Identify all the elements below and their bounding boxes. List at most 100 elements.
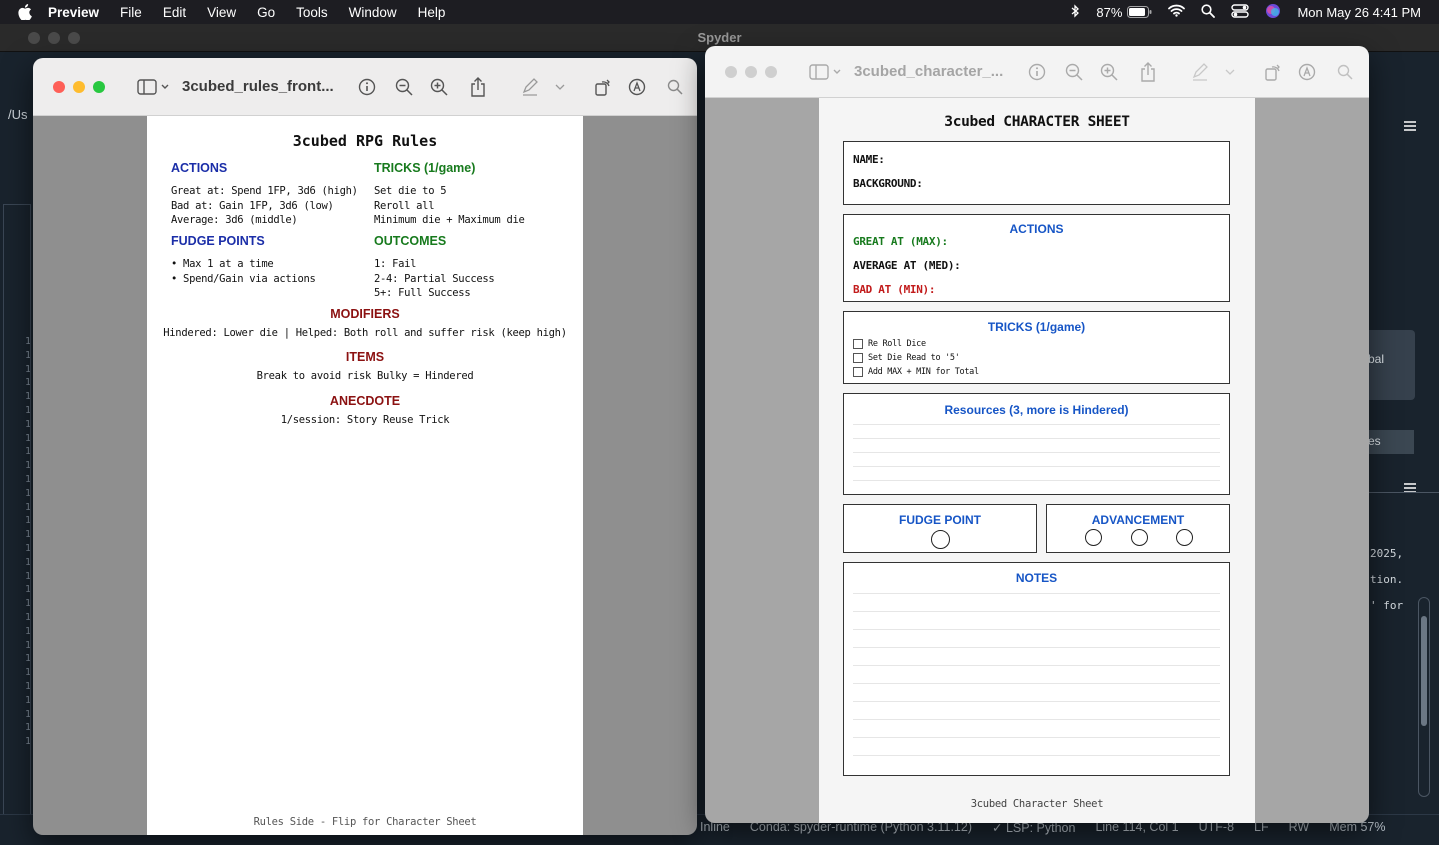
info-icon[interactable] <box>1026 61 1048 83</box>
items-text: Break to avoid risk Bulky = Hindered <box>256 370 474 382</box>
apple-menu-icon[interactable] <box>16 3 34 21</box>
markup-pen-icon[interactable] <box>1189 61 1211 83</box>
line-number: 1 <box>25 570 31 582</box>
zoom-button[interactable] <box>68 32 80 44</box>
rotate-icon[interactable] <box>592 76 614 98</box>
menu-window[interactable]: Window <box>349 5 397 20</box>
rules-footer: Rules Side - Flip for Character Sheet <box>253 816 477 828</box>
tricks-heading: TRICKS (1/game) <box>374 161 476 175</box>
advancement-circle[interactable] <box>1176 529 1193 546</box>
menu-app-preview[interactable]: Preview <box>48 5 99 20</box>
fudge-point-circle[interactable] <box>931 530 950 549</box>
search-icon[interactable] <box>1334 61 1356 83</box>
checkbox[interactable] <box>853 339 863 349</box>
outcome-line: 2-4: Partial Success <box>374 272 495 285</box>
battery-icon <box>1127 6 1152 18</box>
line-number: 1 <box>25 418 31 430</box>
document-title[interactable]: 3cubed_character_... <box>854 63 1012 80</box>
markup-toolbar-icon[interactable] <box>1296 61 1318 83</box>
great-at-label: GREAT AT (MAX): <box>853 235 948 248</box>
advancement-box: ADVANCEMENT <box>1046 504 1230 553</box>
menu-help[interactable]: Help <box>418 5 446 20</box>
line-number: 1 <box>25 639 31 651</box>
global-toggle-button[interactable]: bal <box>1368 330 1415 400</box>
preview-content-area[interactable]: 3cubed CHARACTER SHEET NAME: BACKGROUND:… <box>705 98 1369 823</box>
trick-option-max-min[interactable]: Add MAX + MIN for Total <box>853 367 979 377</box>
share-icon[interactable] <box>467 76 489 98</box>
trick-option-set-die[interactable]: Set Die Read to '5' <box>853 353 960 363</box>
document-title[interactable]: 3cubed_rules_front... <box>182 78 342 95</box>
trick-option-reroll[interactable]: Re Roll Dice <box>853 339 926 349</box>
close-button[interactable] <box>28 32 40 44</box>
preview-window-character-sheet: 3cubed_character_... 3cubed CHARACTER SH… <box>705 46 1369 823</box>
checkbox[interactable] <box>853 353 863 363</box>
line-number: 1 <box>25 377 31 389</box>
pane-tab[interactable]: es <box>1368 430 1414 454</box>
pane-options-icon[interactable] <box>1404 118 1416 136</box>
resources-heading: Resources (3, more is Hindered) <box>944 403 1129 417</box>
markup-pen-icon[interactable] <box>519 76 541 98</box>
zoom-out-icon[interactable] <box>393 76 415 98</box>
menu-edit[interactable]: Edit <box>163 5 186 20</box>
spyder-window-title: Spyder <box>697 30 742 45</box>
zoom-button[interactable] <box>765 65 777 78</box>
control-center-icon[interactable] <box>1231 3 1250 21</box>
close-button[interactable] <box>725 65 737 78</box>
menu-view[interactable]: View <box>207 5 236 20</box>
menubar-clock[interactable]: Mon May 26 4:41 PM <box>1297 5 1421 20</box>
tricks-box: TRICKS (1/game) Re Roll Dice Set Die Rea… <box>843 311 1230 384</box>
rotate-icon[interactable] <box>1262 61 1284 83</box>
traffic-lights <box>725 65 777 78</box>
bluetooth-icon[interactable] <box>1070 3 1080 21</box>
checkbox[interactable] <box>853 367 863 377</box>
minimize-button[interactable] <box>745 65 757 78</box>
notes-heading: NOTES <box>1015 571 1058 585</box>
menu-file[interactable]: File <box>120 5 142 20</box>
zoom-out-icon[interactable] <box>1063 61 1085 83</box>
search-icon[interactable] <box>664 76 686 98</box>
spotlight-search-icon[interactable] <box>1201 3 1216 21</box>
menu-go[interactable]: Go <box>257 5 275 20</box>
minimize-button[interactable] <box>48 32 60 44</box>
zoom-in-icon[interactable] <box>1098 61 1120 83</box>
menu-tools[interactable]: Tools <box>296 5 328 20</box>
preview-toolbar: 3cubed_character_... <box>705 46 1369 98</box>
info-icon[interactable] <box>356 76 378 98</box>
preview-content-area[interactable]: 3cubed RPG Rules ACTIONS Great at: Spend… <box>33 116 697 835</box>
scrollbar-thumb[interactable] <box>1421 616 1427 726</box>
close-button[interactable] <box>53 80 65 93</box>
fudge-points-heading: FUDGE POINTS <box>171 234 265 248</box>
minimize-button[interactable] <box>73 80 85 93</box>
markup-toolbar-icon[interactable] <box>626 76 648 98</box>
preview-toolbar: 3cubed_rules_front... <box>33 58 697 116</box>
writing-line <box>853 683 1220 684</box>
markup-dropdown-icon[interactable] <box>554 76 566 98</box>
actions-heading: ACTIONS <box>1009 222 1064 236</box>
siri-icon[interactable] <box>1265 3 1281 22</box>
zoom-in-icon[interactable] <box>428 76 450 98</box>
writing-line <box>853 755 1220 756</box>
file-path: /Us <box>8 107 28 122</box>
line-number: 1 <box>25 625 31 637</box>
writing-line <box>853 480 1220 481</box>
markup-dropdown-icon[interactable] <box>1224 61 1236 83</box>
sheet-footer: 3cubed Character Sheet <box>970 798 1104 810</box>
advancement-circle[interactable] <box>1085 529 1102 546</box>
console-scrollbar[interactable] <box>1418 597 1430 797</box>
sidebar-toggle-icon[interactable] <box>136 76 170 98</box>
wifi-icon[interactable] <box>1168 4 1186 20</box>
battery-percent: 87% <box>1096 4 1123 20</box>
line-number: 1 <box>25 667 31 679</box>
fudge-line: • Max 1 at a time <box>171 258 274 270</box>
modifiers-text: Hindered: Lower die | Helped: Both roll … <box>163 327 567 339</box>
zoom-button[interactable] <box>93 80 105 93</box>
console-line: ' for <box>1370 599 1404 612</box>
anecdote-heading: ANECDOTE <box>329 394 401 408</box>
advancement-circle[interactable] <box>1131 529 1148 546</box>
outcome-line: 5+: Full Success <box>374 287 471 299</box>
share-icon[interactable] <box>1137 61 1159 83</box>
sidebar-toggle-icon[interactable] <box>808 61 842 83</box>
outcomes-list: 1: Fail 2-4: Partial Success 5+: Full Su… <box>374 257 495 301</box>
traffic-lights <box>53 80 105 93</box>
battery-status[interactable]: 87% <box>1096 5 1152 20</box>
